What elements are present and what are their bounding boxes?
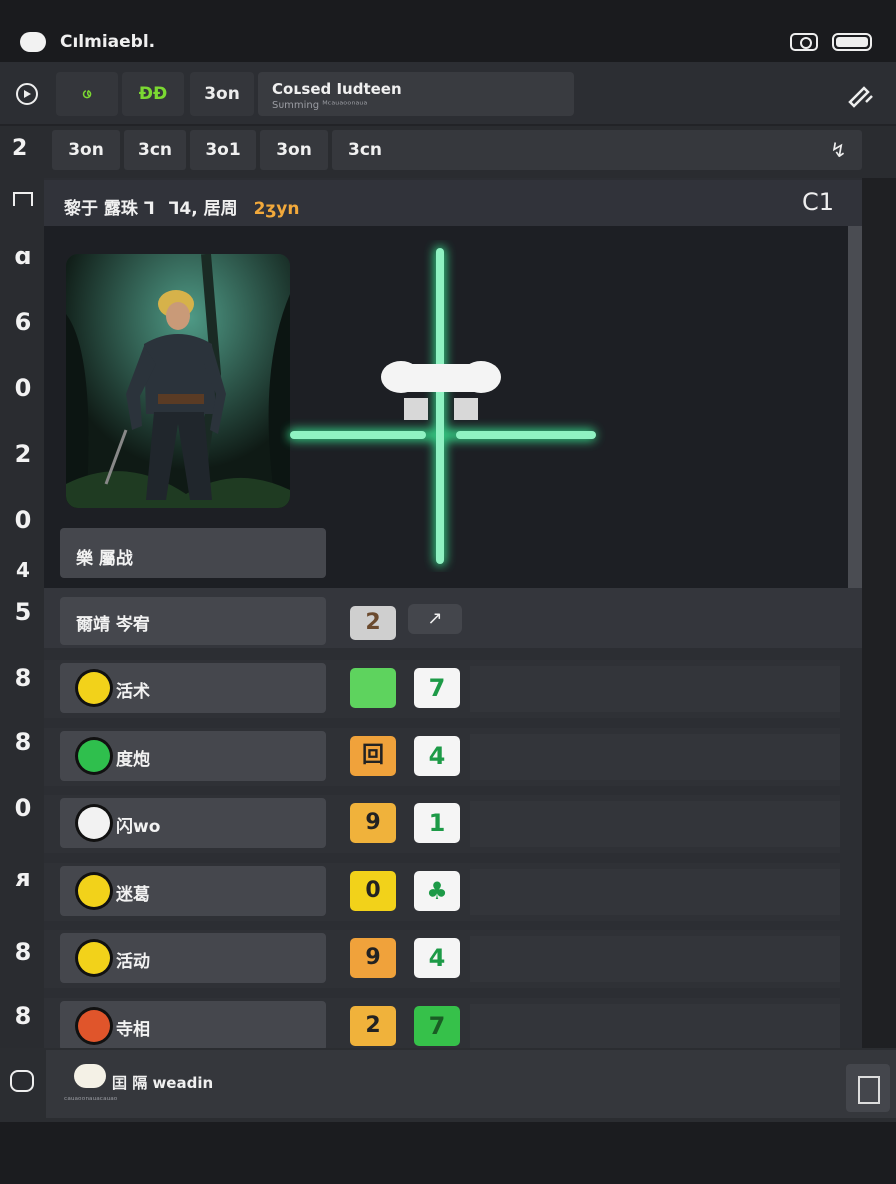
rail-item-9[interactable]: 8 xyxy=(10,664,36,692)
tab-row-number: 2 xyxy=(12,136,28,161)
tab-2[interactable]: 3ᴄn xyxy=(124,130,186,170)
status-dot-icon xyxy=(20,32,46,52)
search-title: Cᴏʟsed Iudteen xyxy=(272,80,402,98)
battery-icon xyxy=(832,33,872,51)
footer-title: 囯 隔 ᴡeadin xyxy=(112,1074,214,1092)
row-bar xyxy=(470,1004,840,1050)
left-rail: ɑ 6 0 2 0 4 5 8 8 0 ᴙ 8 8 xyxy=(0,178,44,1123)
row-bar xyxy=(470,734,840,780)
rail-item-7[interactable]: 4 xyxy=(10,558,36,582)
rail-item-10[interactable]: 8 xyxy=(10,728,36,756)
toolbar-green-button-1[interactable]: ဖ xyxy=(56,72,118,116)
tab-3[interactable]: 3ᴏ1 xyxy=(190,130,256,170)
toolbar-green-button-2[interactable]: ĐĐ xyxy=(122,72,184,116)
stats-header-label: 爾靖 岑宥 xyxy=(76,615,150,635)
header-accent: 2ʒyn xyxy=(253,199,300,219)
tab-1[interactable]: 3on xyxy=(52,130,120,170)
rail-item-6[interactable]: 0 xyxy=(10,506,36,534)
row-level-button[interactable]: 0 xyxy=(350,871,396,911)
rail-item-3[interactable]: 6 xyxy=(10,308,36,336)
row-level-button[interactable]: 2 xyxy=(350,1006,396,1046)
rail-item-11[interactable]: 0 xyxy=(10,794,36,822)
tab-bar-action-icon[interactable]: ↯ xyxy=(830,138,847,162)
row-value-button[interactable]: 7 xyxy=(414,668,460,708)
row-label: 迷葛 xyxy=(116,885,150,905)
header-mid: Ꞁ4, 居周 xyxy=(168,199,238,219)
footer-avatar xyxy=(74,1064,106,1088)
camera-icon[interactable] xyxy=(790,33,818,51)
row-level-button[interactable] xyxy=(350,668,396,708)
stats-header-button-2[interactable]: ↗ xyxy=(408,604,462,634)
status-bar xyxy=(0,0,896,62)
panel-header-text: 黎于 露珠 Ꞁ Ꞁ4, 居周 2ʒyn xyxy=(64,194,299,219)
rail-item-4[interactable]: 0 xyxy=(10,374,36,402)
character-portrait[interactable] xyxy=(66,254,290,508)
row-level-button[interactable]: 9 xyxy=(350,803,396,843)
row-value-button[interactable]: 1 xyxy=(414,803,460,843)
footer-subtitle: ᶜᵃᵘᵃᵒᵒⁿᵃᵘᵃᶜᵃᵘᵃᵒ xyxy=(64,1096,118,1106)
tab-5[interactable]: 3ᴄn xyxy=(332,130,862,170)
row-bar xyxy=(470,666,840,712)
tab-4[interactable]: 3on xyxy=(260,130,328,170)
play-icon xyxy=(16,83,38,105)
status-title: Cılmiaebl. xyxy=(60,32,156,52)
row-label: 寺相 xyxy=(116,1020,150,1040)
toolbar: ဖ ĐĐ 3on xyxy=(0,62,896,124)
right-edge xyxy=(862,178,896,1048)
crosshair-icon xyxy=(280,240,610,572)
row-label: 活术 xyxy=(116,682,150,702)
rail-item-13[interactable]: 8 xyxy=(10,938,36,966)
row-bar xyxy=(470,936,840,982)
rail-item-8[interactable]: 5 xyxy=(10,598,36,626)
search-subtitle: Sᴜmming ᴹᶜᵃᵘᵃᵒᵒⁿᵃᵘᵃ xyxy=(272,100,368,111)
row-value-button[interactable]: 4 xyxy=(414,938,460,978)
row-value-button[interactable]: 4 xyxy=(414,736,460,776)
chat-icon[interactable] xyxy=(10,1070,34,1092)
footer-expand-button[interactable] xyxy=(846,1064,890,1112)
gem-icon xyxy=(78,672,110,704)
header-right-label: C1 xyxy=(802,188,835,216)
header-label: 黎于 露珠 Ꞁ xyxy=(64,199,155,219)
gem-icon xyxy=(78,807,110,839)
rail-item-5[interactable]: 2 xyxy=(10,440,36,468)
row-label: 活动 xyxy=(116,952,150,972)
rail-item-2[interactable]: ɑ xyxy=(10,242,36,270)
row-value-button[interactable]: ♣ xyxy=(414,871,460,911)
edit-icon[interactable] xyxy=(846,80,876,108)
row-level-button[interactable]: 回 xyxy=(350,736,396,776)
row-label: 闪wo xyxy=(116,817,161,837)
rail-item-14[interactable]: 8 xyxy=(10,1002,36,1030)
row-level-button[interactable]: 9 xyxy=(350,938,396,978)
toolbar-button-3[interactable]: 3on xyxy=(190,72,254,116)
play-button[interactable] xyxy=(10,72,44,116)
row-bar xyxy=(470,801,840,847)
character-name: 樂 屬战 xyxy=(76,549,133,569)
row-label: 度炮 xyxy=(116,750,150,770)
gem-icon xyxy=(78,942,110,974)
stats-header-button-1[interactable]: 2 xyxy=(350,606,396,640)
scrollbar[interactable] xyxy=(848,226,862,588)
gem-icon xyxy=(78,875,110,907)
rail-item-1[interactable] xyxy=(10,188,36,210)
gem-icon xyxy=(78,740,110,772)
bottom-bar xyxy=(0,1122,896,1184)
row-value-button[interactable]: 7 xyxy=(414,1006,460,1046)
rail-item-12[interactable]: ᴙ xyxy=(10,864,36,892)
gem-icon xyxy=(78,1010,110,1042)
row-bar xyxy=(470,869,840,915)
